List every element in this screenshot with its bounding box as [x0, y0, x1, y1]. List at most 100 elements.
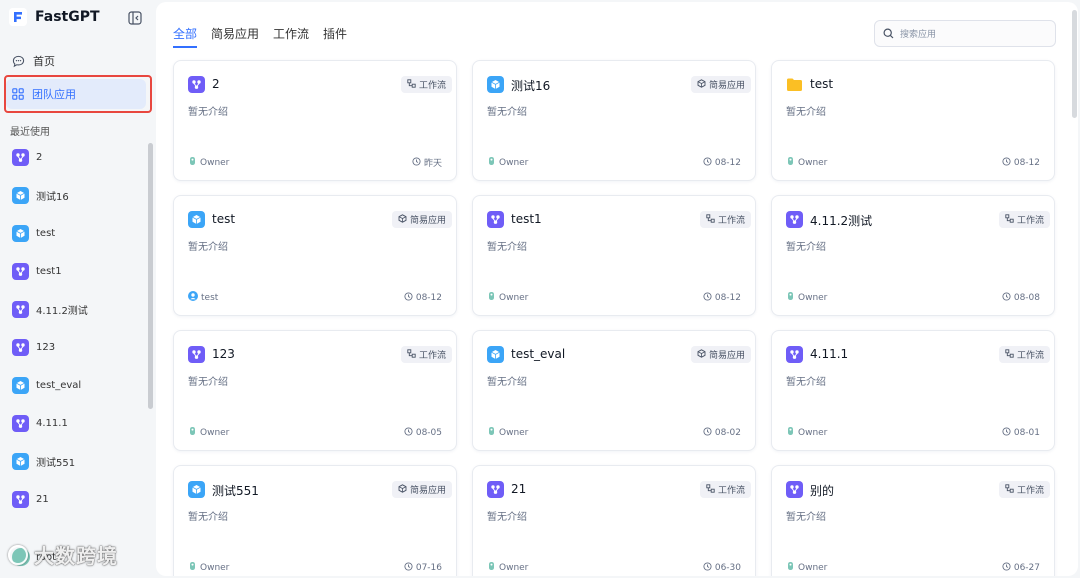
brand[interactable]: FastGPT — [9, 8, 100, 26]
app-owner: test — [188, 291, 218, 304]
recent-item-label: 4.11.2测试 — [36, 306, 88, 317]
workflow-app-icon — [12, 263, 29, 280]
owner-icon — [487, 156, 496, 169]
workflow-tag-icon — [407, 78, 419, 91]
date-label: 07-16 — [415, 563, 442, 573]
app-card[interactable]: 测试551 简易应用 暂无介绍 Owner 07-16 — [173, 465, 457, 576]
sidebar-item-home[interactable]: 首页 — [6, 46, 146, 76]
app-type-tag: 简易应用 — [391, 211, 452, 228]
owner-icon — [786, 156, 795, 169]
app-card[interactable]: 别的 工作流 暂无介绍 Owner 06-27 — [771, 465, 1055, 576]
app-card[interactable]: 2 工作流 暂无介绍 Owner 昨天 — [173, 60, 457, 181]
app-card[interactable]: 21 工作流 暂无介绍 Owner 06-30 — [472, 465, 756, 576]
tag-label: 简易应用 — [708, 81, 745, 91]
app-card[interactable]: 4.11.1 工作流 暂无介绍 Owner 08-01 — [771, 330, 1055, 451]
tag-label: 工作流 — [1016, 486, 1044, 496]
recent-item[interactable]: 4.11.1 — [12, 415, 68, 432]
grid-icon — [12, 88, 24, 100]
workflow-tag-icon — [1005, 348, 1017, 361]
app-title: 123 — [212, 347, 235, 361]
owner-label: Owner — [200, 562, 230, 573]
owner-label: Owner — [499, 292, 529, 303]
app-card[interactable]: test_eval 简易应用 暂无介绍 Owner 08-02 — [472, 330, 756, 451]
owner-label: Owner — [499, 427, 529, 438]
workflow-app-icon — [188, 346, 205, 363]
recent-item[interactable]: 4.11.2测试 — [12, 301, 88, 318]
tab-1[interactable]: 简易应用 — [211, 25, 259, 48]
date-label: 06-30 — [714, 563, 741, 573]
workflow-app-icon — [786, 346, 803, 363]
app-card[interactable]: 123 工作流 暂无介绍 Owner 08-05 — [173, 330, 457, 451]
owner-icon — [487, 561, 496, 574]
main-panel: 全部 简易应用 工作流 插件 搜索应用 2 工作流 暂无介绍 Owner 昨天 测试16 简易应用… — [156, 2, 1078, 576]
tab-0[interactable]: 全部 — [173, 25, 198, 48]
app-card[interactable]: test 暂无介绍 Owner 08-12 — [771, 60, 1055, 181]
tab-2[interactable]: 工作流 — [273, 25, 309, 48]
app-description: 暂无介绍 — [786, 377, 826, 388]
simple-tag-icon — [398, 483, 410, 496]
date-label: 08-12 — [714, 158, 741, 168]
recent-item[interactable]: 测试16 — [12, 187, 69, 204]
tag-label: 简易应用 — [409, 486, 446, 496]
workflow-tag-icon — [1005, 213, 1017, 226]
app-description: 暂无介绍 — [786, 512, 826, 523]
owner-label: Owner — [798, 562, 828, 573]
recent-item[interactable]: 2 — [12, 149, 42, 166]
search-icon — [883, 28, 894, 39]
app-updated-date: 07-16 — [404, 562, 442, 574]
app-updated-date: 08-12 — [404, 292, 442, 304]
app-title: test — [212, 212, 236, 226]
sidebar-scrollbar[interactable] — [148, 143, 153, 409]
owner-label: Owner — [798, 157, 828, 168]
app-card[interactable]: 4.11.2测试 工作流 暂无介绍 Owner 08-08 — [771, 195, 1055, 316]
tab-3[interactable]: 插件 — [323, 25, 347, 48]
main-scrollbar[interactable] — [1072, 10, 1077, 118]
app-description: 暂无介绍 — [786, 242, 826, 253]
date-label: 08-02 — [714, 428, 741, 438]
app-owner: Owner — [487, 156, 528, 169]
clock-icon — [404, 427, 416, 439]
owner-icon — [188, 426, 197, 439]
recent-item[interactable]: test_eval — [12, 377, 81, 394]
owner-label: Owner — [798, 292, 828, 303]
search-input[interactable]: 搜索应用 — [874, 20, 1056, 47]
recent-item-label: 测试16 — [36, 192, 69, 203]
recent-item[interactable]: 测试551 — [12, 453, 75, 470]
app-card[interactable]: test 简易应用 暂无介绍 test 08-12 — [173, 195, 457, 316]
app-owner: Owner — [188, 561, 229, 574]
owner-icon — [786, 291, 795, 304]
app-card[interactable]: 测试16 简易应用 暂无介绍 Owner 08-12 — [472, 60, 756, 181]
workflow-app-icon — [487, 211, 504, 228]
app-owner: Owner — [786, 156, 827, 169]
app-title: 别的 — [810, 484, 835, 498]
date-label: 昨天 — [423, 159, 442, 169]
sidebar-collapse-icon[interactable] — [128, 11, 142, 25]
app-card[interactable]: test1 工作流 暂无介绍 Owner 08-12 — [472, 195, 756, 316]
recent-item-label: test — [36, 228, 56, 239]
tag-label: 简易应用 — [708, 351, 745, 361]
workflow-app-icon — [786, 481, 803, 498]
simple-app-icon — [12, 187, 29, 204]
simple-app-icon — [12, 377, 29, 394]
owner-label: Owner — [200, 157, 230, 168]
clock-icon — [703, 562, 715, 574]
app-updated-date: 08-01 — [1002, 427, 1040, 439]
chat-bubble-icon — [12, 55, 25, 67]
workflow-tag-icon — [1005, 483, 1017, 496]
app-description: 暂无介绍 — [786, 107, 826, 118]
recent-item-label: 测试551 — [36, 458, 76, 469]
app-type-tag: 工作流 — [400, 346, 452, 363]
simple-app-icon — [487, 346, 504, 363]
app-updated-date: 昨天 — [412, 156, 442, 169]
app-owner: Owner — [487, 561, 528, 574]
simple-app-icon — [12, 453, 29, 470]
app-owner: Owner — [786, 426, 827, 439]
recent-item[interactable]: test1 — [12, 263, 62, 280]
recent-item[interactable]: test — [12, 225, 55, 242]
recent-item[interactable]: 123 — [12, 339, 55, 356]
workflow-app-icon — [12, 415, 29, 432]
recent-item[interactable]: 21 — [12, 491, 49, 508]
date-label: 08-01 — [1013, 428, 1040, 438]
watermark-text: 大数跨境 — [34, 544, 118, 568]
sidebar-item-team-apps[interactable]: 团队应用 — [6, 79, 146, 109]
